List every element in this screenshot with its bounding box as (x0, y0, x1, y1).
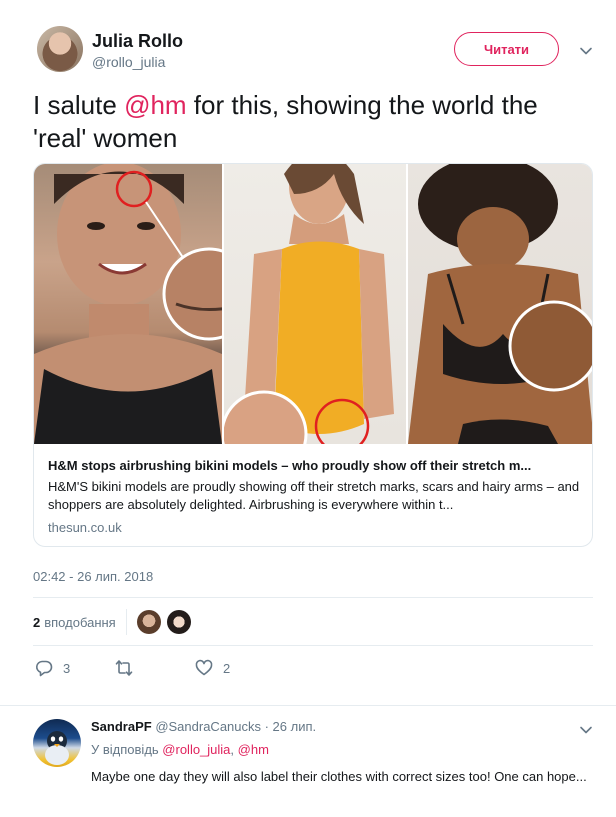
heart-icon (195, 659, 223, 677)
author-name[interactable]: Julia Rollo (92, 30, 183, 52)
author-info[interactable]: Julia Rollo @rollo_julia (92, 30, 183, 70)
reply-icon (35, 659, 63, 677)
liker-avatar[interactable] (136, 610, 161, 634)
tweet-text: I salute @hm for this, showing the world… (33, 89, 593, 155)
reply-tweet[interactable]: SandraPF @SandraCanucks · 26 лип. У відп… (0, 705, 616, 817)
reply-button[interactable]: 3 (35, 655, 70, 681)
mention-link[interactable]: @hm (124, 90, 187, 120)
card-photo-2 (222, 164, 408, 444)
likes-count[interactable]: 2 (33, 615, 40, 630)
card-photo-1 (34, 164, 222, 444)
follow-button[interactable]: Читати (454, 32, 559, 66)
divider (33, 597, 593, 598)
reply-avatar[interactable] (33, 719, 81, 767)
tweet-actions: 3 2 (33, 655, 333, 681)
tweet-timestamp[interactable]: 02:42 - 26 лип. 2018 (33, 569, 153, 584)
card-body[interactable]: H&M stops airbrushing bikini models – wh… (34, 444, 592, 535)
retweet-button[interactable] (115, 655, 143, 681)
reply-to-prefix: У відповідь (91, 742, 163, 757)
reply-mention-link[interactable]: @hm (238, 742, 269, 757)
card-title[interactable]: H&M stops airbrushing bikini models – wh… (48, 457, 580, 475)
link-card[interactable]: H&M stops airbrushing bikini models – wh… (33, 163, 593, 547)
reply-separator: , (230, 742, 238, 757)
reply-text: Maybe one day they will also label their… (91, 769, 587, 784)
card-description: H&M'S bikini models are proudly showing … (48, 479, 580, 512)
author-handle[interactable]: @rollo_julia (92, 54, 183, 70)
reply-mention-link[interactable]: @rollo_julia (162, 742, 230, 757)
card-domain: thesun.co.uk (48, 520, 122, 535)
card-image[interactable] (34, 164, 592, 444)
reply-count: 3 (63, 660, 71, 676)
retweet-icon (115, 659, 143, 677)
tweet-text-start: I salute (33, 90, 125, 120)
reply-to-line: У відповідь @rollo_julia, @hm (91, 742, 269, 757)
chevron-down-icon[interactable] (579, 723, 593, 737)
liker-avatar[interactable] (166, 610, 191, 634)
likes-row[interactable]: 2 вподобання (33, 609, 593, 635)
likes-label[interactable]: вподобання (44, 615, 115, 630)
reply-header: SandraPF @SandraCanucks · 26 лип. (91, 719, 316, 734)
author-avatar[interactable] (37, 26, 83, 72)
reply-author-name[interactable]: SandraPF (91, 719, 152, 734)
reply-handle-time[interactable]: @SandraCanucks · 26 лип. (155, 719, 316, 734)
like-button[interactable]: 2 (195, 655, 230, 681)
like-count: 2 (223, 660, 231, 676)
likes-separator (125, 609, 127, 635)
card-photo-3 (408, 164, 592, 444)
tweet-header: Julia Rollo @rollo_julia Читати (37, 26, 602, 78)
chevron-down-icon[interactable] (579, 44, 593, 58)
divider (33, 645, 593, 646)
